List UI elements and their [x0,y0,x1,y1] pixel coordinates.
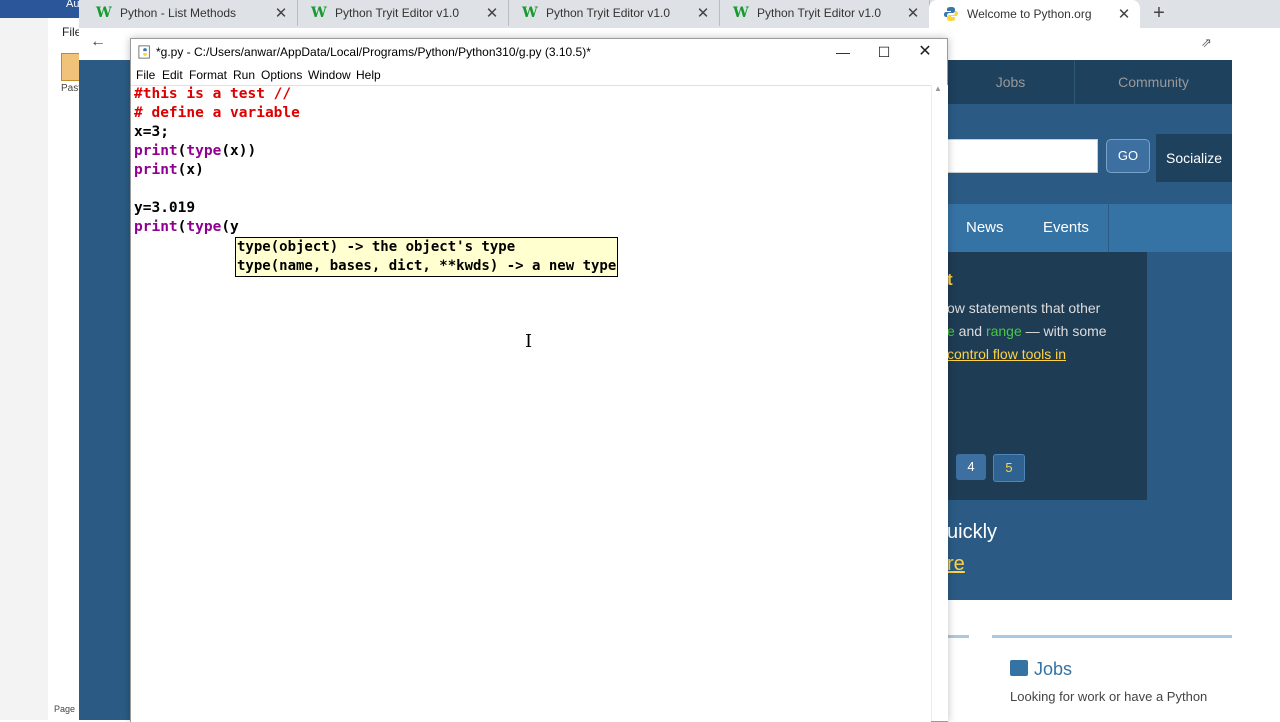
close-icon[interactable]: ✕ [695,4,711,22]
w3schools-icon: W [733,5,749,21]
go-button[interactable]: GO [1106,139,1150,173]
minimize-button[interactable]: — [823,41,863,63]
menu-format[interactable]: Format [189,68,227,82]
socialize-button[interactable]: Socialize [1156,134,1232,182]
section-heading: uickly [947,521,998,543]
close-icon[interactable]: ✕ [905,4,921,22]
w3schools-icon: W [522,5,538,21]
page-button-5[interactable]: 5 [993,454,1025,482]
code-line: x=3; [134,124,169,140]
browser-tab[interactable]: W Python Tryit Editor v1.0 ✕ [508,0,720,26]
code-line: print(x) [134,161,204,180]
w3schools-icon: W [311,5,327,21]
word-background: Au [0,0,79,720]
browser-tab[interactable]: W Python Tryit Editor v1.0 ✕ [297,0,509,26]
code-line: print(type(y [134,218,239,237]
panel-text: and [954,323,986,339]
jobs-heading[interactable]: Jobs [1034,659,1072,680]
builtin-keyword: print [134,219,178,235]
w3schools-icon: W [96,5,112,21]
word-paste-label[interactable]: Past [61,83,81,94]
vertical-scrollbar[interactable] [931,85,948,721]
browser-tab[interactable]: W Python Tryit Editor v1.0 ✕ [719,0,930,26]
code-line: #this is a test // [134,86,292,102]
calltip-popup: type(object) -> the object's type type(na… [235,237,619,277]
menu-edit[interactable]: Edit [162,68,183,82]
menu-run[interactable]: Run [233,68,255,82]
browser-tab[interactable]: W Python - List Methods ✕ [82,0,298,26]
browser-margin [1232,60,1280,720]
close-icon[interactable]: ✕ [1116,5,1132,23]
tab-label: Python Tryit Editor v1.0 [335,6,460,20]
calltip-line: type(name, bases, dict, **kwds) -> a new… [237,258,617,274]
text-cursor-icon: I [525,331,533,352]
word-titlebar: Au [0,0,79,18]
calltip-line: type(object) -> the object's type [237,239,516,255]
builtin-keyword: type [186,219,222,235]
menu-divider [1108,204,1109,252]
panel-text-line: ow statements that other [947,300,1101,316]
panel-text-line: e and range — with some [947,323,1107,339]
menu-help[interactable]: Help [356,68,381,82]
menu-events[interactable]: Events [1043,204,1089,252]
builtin-keyword: print [134,162,178,178]
nav-community[interactable]: Community [1075,60,1232,104]
section-divider [992,635,1232,638]
section-divider [947,635,969,638]
code-keyword: e [947,323,955,339]
code-keyword: range [985,323,1022,339]
code-text: (x) [177,162,204,178]
panel-text-line: control flow tools in [947,346,1066,362]
scroll-up-arrow-icon[interactable]: ▲ [934,84,942,93]
learn-more-link[interactable]: re [947,553,965,576]
code-text: (x)) [221,143,257,159]
tab-label: Welcome to Python.org [967,7,1092,21]
word-title: Au [66,0,80,10]
idle-editor-window: *g.py - C:/Users/anwar/AppData/Local/Pro… [130,38,948,722]
code-line: y=3.019 [134,200,196,216]
menu-news[interactable]: News [966,204,1004,252]
share-icon[interactable]: ⇗ [1201,35,1212,51]
panel-text: — with some [1021,323,1107,339]
jobs-description: Looking for work or have a Python [1010,689,1208,704]
new-tab-button[interactable]: + [1148,2,1170,25]
menu-options[interactable]: Options [261,68,302,82]
code-line: print(type(x)) [134,142,256,161]
search-input[interactable] [947,139,1098,173]
tab-label: Python Tryit Editor v1.0 [757,6,882,20]
nav-jobs[interactable]: Jobs [947,60,1075,104]
control-flow-link[interactable]: control flow tools in [947,346,1066,362]
tab-label: Python Tryit Editor v1.0 [546,6,671,20]
builtin-keyword: print [134,143,178,159]
builtin-keyword: type [186,143,222,159]
page-button-4[interactable]: 4 [956,454,986,480]
code-line: # define a variable [134,105,300,121]
idle-window-title: *g.py - C:/Users/anwar/AppData/Local/Pro… [156,45,591,59]
python-icon [944,7,958,21]
tab-label: Python - List Methods [120,6,237,20]
close-icon[interactable]: ✕ [484,4,500,22]
briefcase-icon [1010,660,1028,676]
code-editor[interactable] [131,85,931,722]
close-window-button[interactable]: ✕ [905,41,945,63]
code-text: (y [221,219,239,235]
back-arrow-icon[interactable]: ← [90,33,106,51]
idle-python-icon [138,45,150,59]
close-icon[interactable]: ✕ [273,4,289,22]
word-page-status: Page [54,704,76,714]
maximize-button[interactable]: ☐ [864,41,904,63]
menu-window[interactable]: Window [308,68,351,82]
browser-tab-active[interactable]: Welcome to Python.org ✕ [929,0,1140,28]
menu-file[interactable]: File [136,68,155,82]
